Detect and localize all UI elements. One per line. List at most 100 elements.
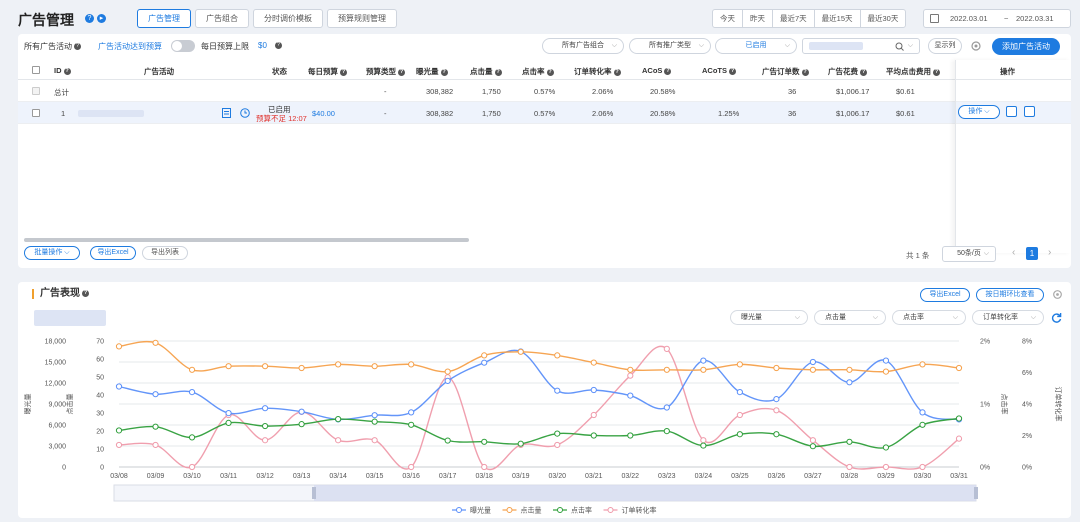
col-cvr[interactable]: 订单转化率? xyxy=(574,66,621,77)
range-today[interactable]: 今天 xyxy=(712,9,743,28)
row-budget[interactable]: $40.00 xyxy=(312,109,335,118)
x-tick-label: 03/08 xyxy=(110,473,128,480)
data-point-impressions xyxy=(225,410,232,417)
col-impressions[interactable]: 曝光量? xyxy=(416,66,448,77)
row-spend: $1,006.17 xyxy=(836,109,870,118)
data-point-cvr xyxy=(554,441,561,449)
tab-budget-rules[interactable]: 预算规则管理 xyxy=(327,9,397,28)
help-icon[interactable]: ? xyxy=(85,14,94,23)
tab-ad-portfolio[interactable]: 广告组合 xyxy=(195,9,249,28)
campaign-table-panel: 所有广告活动? 广告活动达到预算 每日预算上限 $0? 所有广告组合 ⌵ 所有推广… xyxy=(18,34,1071,268)
y-tick-clicks: 40 xyxy=(96,393,104,400)
data-point-clicks xyxy=(846,366,853,373)
chart-icon[interactable] xyxy=(1006,106,1017,117)
y-tick-impressions: 12,000 xyxy=(45,381,67,388)
data-point-clicks xyxy=(554,352,561,359)
add-campaign-button[interactable]: 添加广告活动 xyxy=(992,38,1060,55)
data-point-ctr xyxy=(736,431,743,438)
search-input[interactable]: ⌵ xyxy=(802,38,920,54)
data-point-ctr xyxy=(663,427,670,435)
table-total-row: 总计 - 308,382 1,750 0.57% 2.06% 20.58% 36… xyxy=(18,80,1071,102)
col-ctr[interactable]: 点击率? xyxy=(522,66,554,77)
x-tick-label: 03/27 xyxy=(804,473,822,480)
col-campaign[interactable]: 广告活动 xyxy=(144,66,174,77)
status-select[interactable]: 已启用 ⌵ xyxy=(715,38,797,54)
col-orders[interactable]: 广告订单数? xyxy=(762,66,809,77)
data-point-clicks xyxy=(736,361,743,368)
row-id: 1 xyxy=(61,109,66,118)
range-30-days[interactable]: 最近30天 xyxy=(859,9,907,28)
col-spend[interactable]: 广告花费? xyxy=(828,66,867,77)
range-yesterday[interactable]: 昨天 xyxy=(742,9,773,28)
total-spend: $1,006.17 xyxy=(836,87,870,96)
col-acots[interactable]: ACoTS? xyxy=(702,66,736,75)
settings-icon[interactable] xyxy=(1024,106,1035,117)
col-status[interactable]: 状态 xyxy=(272,66,287,77)
tab-ad-management[interactable]: 广告管理 xyxy=(137,9,191,28)
portfolio-select[interactable]: 所有广告组合 ⌵ xyxy=(542,38,624,54)
current-page[interactable]: 1 xyxy=(1026,247,1038,260)
table-row[interactable]: 1 已启用 预算不足 12:07 $40.00 - 308,382 1,750 … xyxy=(18,102,1071,124)
range-7-days[interactable]: 最近7天 xyxy=(772,9,815,28)
y-tick-cvr: 2% xyxy=(1022,433,1032,440)
data-point-cvr xyxy=(736,411,743,419)
prev-page-button[interactable]: ‹ xyxy=(1012,247,1015,258)
col-cpc[interactable]: 平均点击费用? xyxy=(886,66,940,77)
play-icon[interactable]: ▸ xyxy=(97,14,106,23)
date-range-presets: 今天 昨天 最近7天 最近15天 最近30天 xyxy=(712,9,907,28)
data-point-impressions xyxy=(736,389,743,396)
export-list-button[interactable]: 导出列表 xyxy=(142,246,188,260)
data-point-impressions xyxy=(152,391,159,398)
budget-reached-label: 广告活动达到预算 xyxy=(98,42,162,51)
data-point-ctr xyxy=(882,444,890,451)
ad-type-select[interactable]: 所有推广类型 ⌵ xyxy=(629,38,711,54)
campaign-name-blurred[interactable] xyxy=(78,110,144,117)
all-campaigns-label: 所有广告活动? xyxy=(24,42,81,51)
show-columns-button[interactable]: 显示列 xyxy=(928,38,962,54)
col-clicks[interactable]: 点击量? xyxy=(470,66,502,77)
help-icon[interactable]: ? xyxy=(74,43,81,51)
horizontal-scrollbar[interactable] xyxy=(24,238,469,242)
x-tick-label: 03/18 xyxy=(475,473,493,480)
date-separator: ~ xyxy=(1004,14,1009,23)
search-icon[interactable] xyxy=(895,42,904,51)
col-budget-type[interactable]: 预算类型? xyxy=(366,66,405,77)
y-tick-impressions: 9,000 xyxy=(48,402,66,409)
data-point-clicks xyxy=(882,368,890,375)
batch-action-button[interactable]: 批量操作 ⌵ xyxy=(24,246,80,260)
col-acos[interactable]: ACoS? xyxy=(642,66,672,75)
date-range-picker[interactable]: 2022.03.01 ~ 2022.03.31 xyxy=(923,9,1071,28)
tab-dayparting-template[interactable]: 分时调价模板 xyxy=(253,9,323,28)
col-daily-budget[interactable]: 每日预算? xyxy=(308,66,347,77)
col-id[interactable]: ID? xyxy=(54,66,71,75)
select-all-checkbox[interactable] xyxy=(32,66,40,74)
data-point-clicks xyxy=(955,364,963,372)
main-tabs: 广告管理 广告组合 分时调价模板 预算规则管理 xyxy=(137,9,397,28)
data-point-clicks xyxy=(444,368,451,375)
budget-reached-toggle[interactable] xyxy=(171,40,195,52)
legend-marker xyxy=(506,507,513,513)
legend-label: 订单转化率 xyxy=(622,506,657,515)
y-tick-clicks: 30 xyxy=(96,411,104,418)
clock-icon[interactable] xyxy=(240,108,250,118)
export-excel-button[interactable]: 导出Excel xyxy=(90,246,136,260)
data-point-impressions xyxy=(408,409,415,416)
data-point-ctr xyxy=(773,431,780,438)
x-tick-label: 03/23 xyxy=(658,473,676,480)
gear-icon[interactable] xyxy=(970,40,982,52)
help-icon: ? xyxy=(933,68,940,76)
help-icon[interactable]: ? xyxy=(274,42,282,50)
data-point-clicks xyxy=(700,366,707,373)
x-tick-label: 03/26 xyxy=(768,473,786,480)
range-15-days[interactable]: 最近15天 xyxy=(813,9,861,28)
next-page-button[interactable]: › xyxy=(1048,247,1051,258)
data-point-cvr xyxy=(773,407,780,414)
page-header: 广告管理 ? ▸ 广告管理 广告组合 分时调价模板 预算规则管理 今天 昨天 最… xyxy=(0,0,1080,34)
per-page-select[interactable]: 50条/页 ⌵ xyxy=(942,246,996,262)
row-checkbox[interactable] xyxy=(32,109,40,117)
data-point-cvr xyxy=(335,437,342,444)
data-point-impressions xyxy=(627,392,634,399)
row-action-button[interactable]: 操作 ⌵ xyxy=(958,105,1000,119)
document-icon[interactable] xyxy=(222,108,231,118)
row-impressions: 308,382 xyxy=(426,109,454,118)
